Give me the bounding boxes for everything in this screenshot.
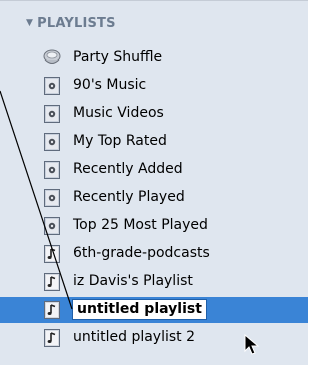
callout-line [0, 90, 73, 310]
mouse-cursor-icon [244, 334, 260, 355]
